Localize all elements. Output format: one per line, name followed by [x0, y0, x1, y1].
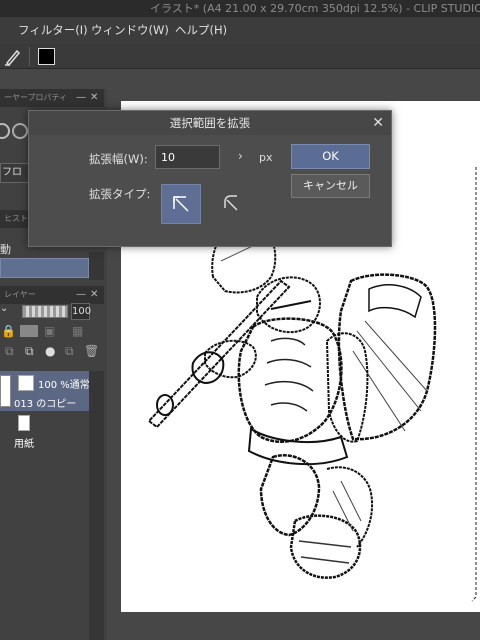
menu-filter[interactable]: フィルター(I) [18, 17, 88, 44]
menu-window[interactable]: ウィンドウ(W) [91, 17, 169, 44]
layer-toolbar: 🔒 ▣ ▦ ⧉ ⧉ ● ⧉ 🗑 [0, 324, 104, 364]
circle-option-icon[interactable] [0, 123, 10, 139]
ok-button[interactable]: OK [291, 144, 370, 169]
close-icon[interactable]: ✕ [372, 111, 384, 135]
title-bar: イラスト* (A4 21.00 x 29.70cm 350dpi 12.5%) … [0, 0, 480, 17]
mask-add-icon[interactable]: ● [45, 344, 55, 358]
paper-layer-icon [18, 415, 30, 431]
trash-icon[interactable]: 🗑 [84, 344, 99, 358]
mask-icon[interactable]: ▦ [72, 324, 83, 338]
expand-type-label: 拡張タイプ: [89, 187, 151, 201]
width-label: 拡張幅(W): [89, 152, 148, 166]
layer-thumbnail [0, 375, 11, 407]
opacity-value[interactable]: 100 [71, 303, 91, 320]
layer-row[interactable]: 100 %通常 013 のコピー [0, 371, 90, 411]
chevron-right-icon[interactable]: › [238, 149, 243, 163]
layer-mode-label: 100 %通常 [38, 380, 90, 391]
new-layer-icon[interactable]: ⧉ [5, 344, 14, 359]
cancel-button[interactable]: キャンセル [291, 174, 370, 198]
history-scrollbar[interactable] [89, 252, 104, 280]
menu-bar: フィルター(I) ウィンドウ(W) ヘルプ(H) [0, 17, 480, 44]
property-controls [0, 120, 30, 142]
layer-close-icon[interactable]: ✕ [90, 286, 98, 304]
expand-type-round-button[interactable] [211, 184, 251, 224]
opacity-slider[interactable] [22, 305, 68, 318]
main-color-swatch[interactable] [38, 48, 55, 65]
property-panel-title: ーヤープロパティ [4, 93, 68, 102]
minimize-icon[interactable]: — [76, 89, 86, 107]
width-input[interactable] [155, 145, 220, 169]
command-bar [0, 44, 480, 69]
folder-icon[interactable]: ⧉ [65, 344, 74, 359]
layer-panel-title: レイヤー [4, 290, 36, 299]
close-icon[interactable]: ✕ [90, 89, 98, 107]
toolbar-divider [29, 47, 30, 66]
corner-round-icon [224, 195, 238, 211]
layer-name: 013 のコピー [14, 399, 77, 410]
menu-help[interactable]: ヘルプ(H) [175, 17, 227, 44]
layer-name: 用紙 [14, 439, 34, 450]
duplicate-icon[interactable]: ⧉ [25, 344, 34, 359]
window-title: イラスト* (A4 21.00 x 29.70cm 350dpi 12.5%) … [150, 2, 480, 15]
unit-label: px [259, 151, 273, 164]
toolbar-spacer [0, 69, 480, 89]
expand-selection-dialog: 選択範囲を拡張 ✕ 拡張幅(W): › px OK キャンセル 拡張タイプ: [28, 110, 392, 247]
clip-icon[interactable] [20, 325, 38, 337]
dialog-title: 選択範囲を拡張 [29, 111, 391, 135]
circle-option-alt-icon[interactable] [12, 123, 28, 139]
corner-sharp-icon [173, 196, 189, 212]
layer-type-icon [18, 375, 34, 391]
property-select[interactable]: フロ [0, 163, 30, 183]
pen-icon[interactable] [4, 48, 22, 66]
blend-mode-select[interactable]: ⌄ [0, 303, 20, 320]
blend-mode-chevron-icon: ⌄ [0, 303, 9, 314]
expand-type-sharp-button[interactable] [161, 184, 201, 224]
layer-minimize-icon[interactable]: — [76, 286, 86, 304]
history-item-label: 動 [0, 243, 11, 256]
lock-icon[interactable]: 🔒 [1, 324, 16, 338]
layer-scrollbar[interactable] [89, 371, 104, 640]
reference-icon[interactable]: ▣ [44, 324, 55, 338]
history-selected-item[interactable] [0, 258, 89, 278]
property-panel-header: ーヤープロパティ — ✕ [0, 89, 104, 107]
layer-panel-header: レイヤー — ✕ [0, 286, 104, 304]
layer-row[interactable]: 用紙 [0, 411, 89, 451]
